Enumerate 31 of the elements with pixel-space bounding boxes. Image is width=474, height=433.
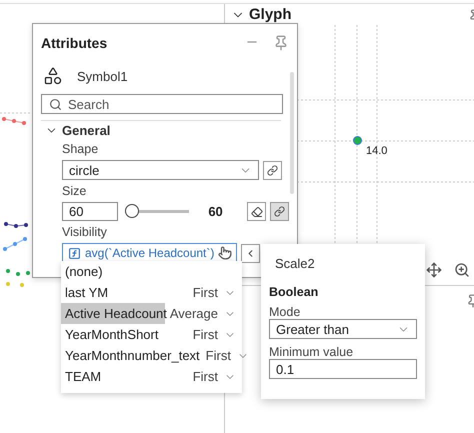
- popup-title: Scale2: [274, 256, 316, 271]
- size-reading: 60: [207, 204, 224, 219]
- menu-item[interactable]: TEAM: [61, 366, 106, 387]
- mode-dropdown[interactable]: Greater than: [269, 319, 417, 339]
- size-input[interactable]: 60: [62, 202, 118, 221]
- field-label: Size: [62, 184, 88, 199]
- menu-item[interactable]: YearMonthShort: [61, 324, 162, 345]
- menu-item[interactable]: YearMonthnumber_text: [61, 345, 204, 366]
- point-label: 14.0: [366, 145, 388, 157]
- scale-type: Boolean: [269, 285, 320, 299]
- field-label: Shape: [62, 142, 100, 157]
- panel-title: Attributes: [41, 35, 108, 51]
- aggregation-dropdown[interactable]: Average: [168, 306, 242, 321]
- section-header[interactable]: General: [41, 121, 110, 138]
- visibility-field[interactable]: avg(`Active Headcount`): [62, 243, 237, 263]
- field-label: Minimum value: [269, 345, 354, 359]
- field-label: Mode: [269, 305, 302, 319]
- menu-item[interactable]: last YM: [61, 282, 112, 303]
- symbol-name: Symbol1: [77, 68, 128, 84]
- menu-item[interactable]: Active Headcount: [61, 303, 165, 324]
- search-field[interactable]: Search: [41, 94, 283, 114]
- aggregation-dropdown[interactable]: First: [204, 348, 255, 363]
- field-label: Visibility: [62, 225, 108, 240]
- minimum-value-input[interactable]: 0.1: [269, 359, 417, 379]
- field-value: avg(`Active Headcount`): [85, 246, 214, 260]
- aggregation-dropdown[interactable]: First: [190, 285, 242, 300]
- aggregation-dropdown[interactable]: First: [190, 369, 242, 384]
- aggregation-dropdown[interactable]: First: [190, 327, 242, 342]
- menu-item[interactable]: (none): [61, 261, 107, 282]
- shape-dropdown[interactable]: circle: [62, 160, 259, 180]
- pane-title: Glyph: [249, 6, 292, 23]
